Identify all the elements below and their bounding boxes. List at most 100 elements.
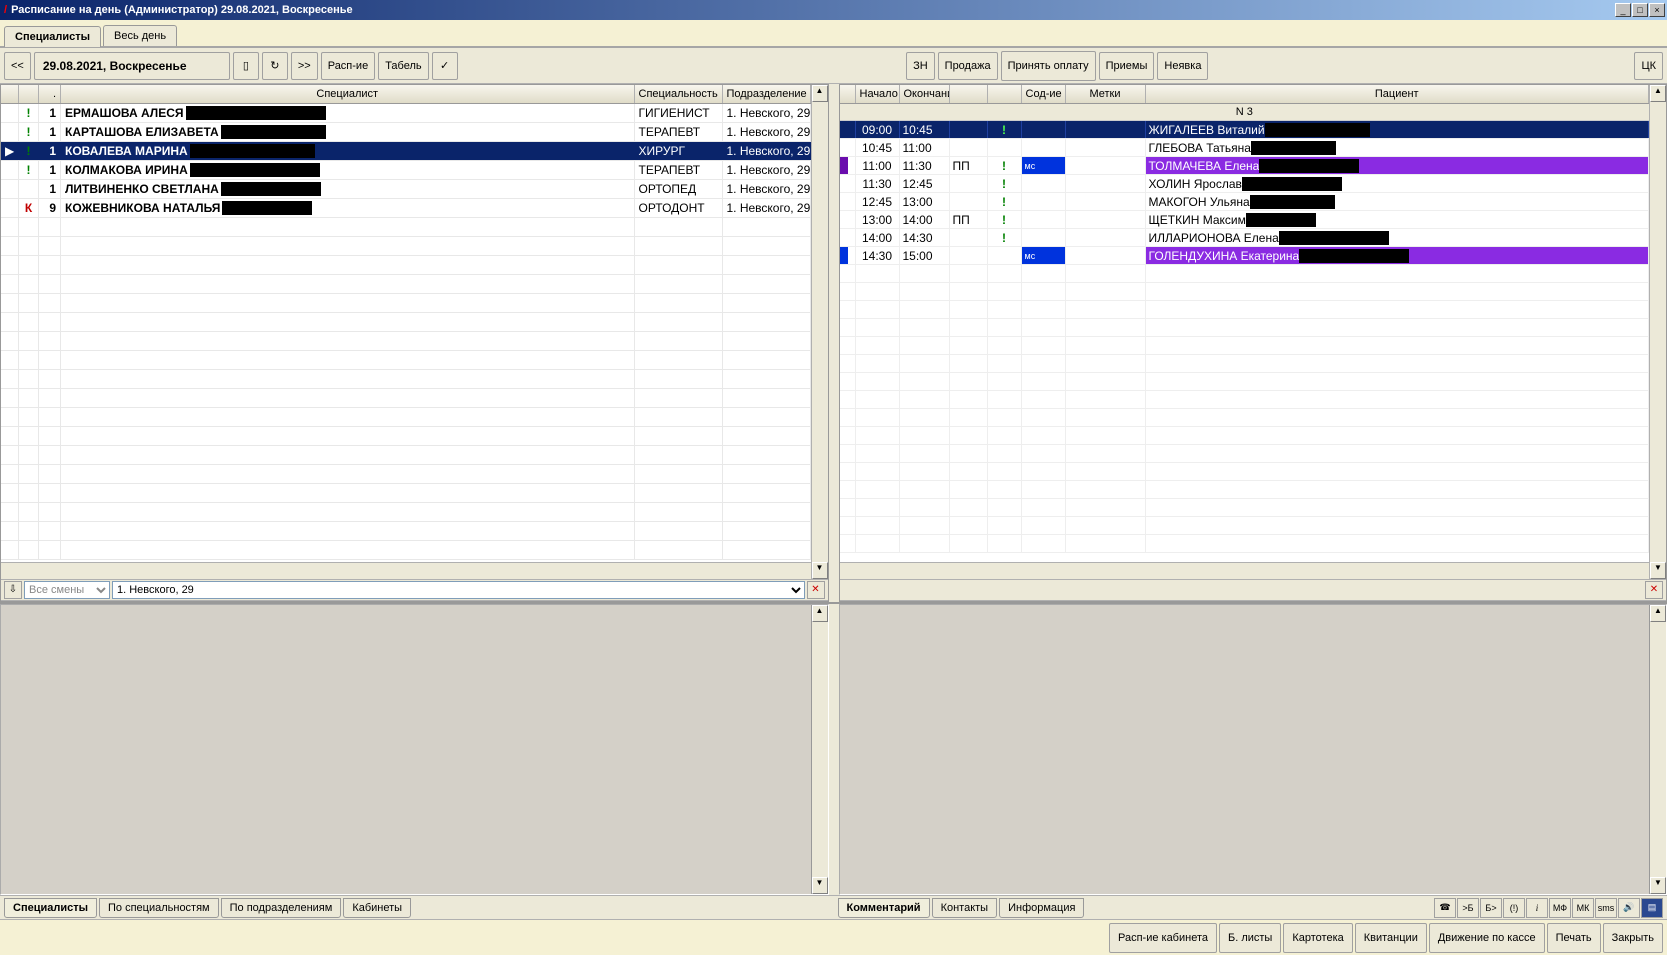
mf-icon[interactable]: МФ (1549, 898, 1571, 918)
cc-button[interactable]: ЦК (1634, 52, 1663, 80)
prev-day-button[interactable]: << (4, 52, 31, 80)
btab-rooms[interactable]: Кабинеты (343, 898, 411, 918)
v-scrollbar[interactable]: ▲ ▼ (811, 85, 828, 579)
check-icon: ✓ (440, 59, 449, 72)
specialists-header: . Специалист Специальность Подразделение (1, 85, 811, 104)
specialist-row[interactable]: К9КОЖЕВНИКОВА НАТАЛЬЯОРТОДОНТ1. Невского… (1, 199, 811, 218)
col-start[interactable]: Начало (856, 85, 900, 103)
b-out-icon[interactable]: Б> (1480, 898, 1502, 918)
sms-icon[interactable]: sms (1595, 898, 1617, 918)
btab-comment[interactable]: Комментарий (838, 898, 930, 918)
right-filter-bar: ✕ (840, 579, 1667, 601)
schedule-button[interactable]: Расп-ие (321, 52, 375, 80)
col-dot[interactable]: . (39, 85, 61, 103)
notes-scroll-l[interactable]: ▲▼ (811, 605, 828, 894)
col-excl[interactable] (988, 85, 1022, 103)
alert-icon[interactable]: (!) (1503, 898, 1525, 918)
top-tab-strip: Специалисты Весь день (0, 20, 1667, 48)
tab-whole-day[interactable]: Весь день (103, 25, 177, 46)
btab-contacts[interactable]: Контакты (932, 898, 998, 918)
clear-appt-button[interactable]: ✕ (1645, 581, 1663, 599)
appointment-row[interactable]: 09:0010:45!ЖИГАЛЕЕВ Виталий (840, 121, 1650, 139)
appointments-grid-body[interactable]: 09:0010:45!ЖИГАЛЕЕВ Виталий10:4511:00ГЛЕ… (840, 121, 1650, 562)
btab-specialists[interactable]: Специалисты (4, 898, 97, 918)
date-selector[interactable]: 29.08.2021, Воскресенье (34, 52, 230, 80)
next-day-button[interactable]: >> (291, 52, 318, 80)
specialists-grid-body[interactable]: !1ЕРМАШОВА АЛЕСЯГИГИЕНИСТ1. Невского, 29… (1, 104, 811, 562)
mk-icon[interactable]: МК (1572, 898, 1594, 918)
col-status[interactable] (19, 85, 39, 103)
tab-specialists[interactable]: Специалисты (4, 26, 101, 47)
cash-movement-button[interactable]: Движение по кассе (1429, 923, 1545, 953)
b-in-icon[interactable]: >Б (1457, 898, 1479, 918)
specialist-row[interactable]: ▶!1КОВАЛЕВА МАРИНАХИРУРГ1. Невского, 29 (1, 142, 811, 161)
h-scrollbar[interactable] (1, 562, 811, 579)
refresh-button[interactable]: ↻ (262, 52, 288, 80)
appointment-row[interactable]: 13:0014:00ПП!ЩЕТКИН Максим (840, 211, 1650, 229)
noshow-button[interactable]: Неявка (1157, 52, 1208, 80)
zn-button[interactable]: ЗН (906, 52, 935, 80)
receipts-button[interactable]: Квитанции (1355, 923, 1427, 953)
v-scrollbar-r[interactable]: ▲ ▼ (1649, 85, 1666, 579)
col-row-marker[interactable] (1, 85, 19, 103)
scroll-down-icon[interactable]: ▼ (812, 562, 828, 579)
btab-info[interactable]: Информация (999, 898, 1084, 918)
appointment-row[interactable]: 14:0014:30!ИЛЛАРИОНОВА Елена (840, 229, 1650, 247)
col-pp[interactable] (950, 85, 988, 103)
department-select[interactable]: 1. Невского, 29 (112, 581, 805, 599)
appointment-row[interactable]: 14:3015:00мсГОЛЕНДУХИНА Екатерина (840, 247, 1650, 265)
close-button[interactable]: × (1649, 3, 1665, 17)
accept-payment-button[interactable]: Принять оплату (1001, 51, 1096, 81)
col-department[interactable]: Подразделение (723, 85, 811, 103)
specialist-row[interactable]: !1ЕРМАШОВА АЛЕСЯГИГИЕНИСТ1. Невского, 29 (1, 104, 811, 123)
print-button[interactable]: Печать (1547, 923, 1601, 953)
close-page-button[interactable]: Закрыть (1603, 923, 1663, 953)
clear-filter-button[interactable]: ✕ (807, 581, 825, 599)
btab-by-department[interactable]: По подразделениям (221, 898, 342, 918)
sale-button[interactable]: Продажа (938, 52, 998, 80)
notes-scroll-r[interactable]: ▲▼ (1649, 605, 1666, 894)
pin-button[interactable]: ⇩ (4, 581, 22, 599)
scroll-down-icon-r[interactable]: ▼ (1650, 562, 1666, 579)
col-specialist[interactable]: Специалист (61, 85, 635, 103)
bottom-tab-strip: Специалисты По специальностям По подразд… (0, 895, 1667, 919)
specialist-row[interactable]: !1КОЛМАКОВА ИРИНАТЕРАПЕВТ1. Невского, 29 (1, 161, 811, 180)
window-titlebar: / Расписание на день (Администратор) 29.… (0, 0, 1667, 20)
calendar-button[interactable]: ▯ (233, 52, 259, 80)
window-title: Расписание на день (Администратор) 29.08… (11, 4, 1615, 16)
sick-lists-button[interactable]: Б. листы (1219, 923, 1281, 953)
visits-button[interactable]: Приемы (1099, 52, 1155, 80)
btab-by-specialty[interactable]: По специальностям (99, 898, 219, 918)
sound-icon[interactable]: 🔊 (1618, 898, 1640, 918)
info-icon[interactable]: i (1526, 898, 1548, 918)
left-notes-panel[interactable]: ▲▼ (0, 604, 829, 895)
appointment-row[interactable]: 11:3012:45!ХОЛИН Ярослав (840, 175, 1650, 193)
phone-icon[interactable]: ☎ (1434, 898, 1456, 918)
specialist-row[interactable]: !1КАРТАШОВА ЕЛИЗАВЕТАТЕРАПЕВТ1. Невского… (1, 123, 811, 142)
col-row-marker-r[interactable] (840, 85, 856, 103)
bottom-action-bar: Расп-ие кабинета Б. листы Картотека Квит… (0, 919, 1667, 955)
appointment-row[interactable]: 12:4513:00!МАКОГОН Ульяна (840, 193, 1650, 211)
check-button[interactable]: ✓ (432, 52, 458, 80)
appointment-row[interactable]: 10:4511:00ГЛЕБОВА Татьяна (840, 139, 1650, 157)
cabinet-header: N 3 (840, 104, 1650, 121)
refresh-icon: ↻ (270, 59, 279, 72)
col-marks[interactable]: Метки (1066, 85, 1146, 103)
card-index-button[interactable]: Картотека (1283, 923, 1352, 953)
right-notes-panel[interactable]: ▲▼ (839, 604, 1667, 895)
col-patient[interactable]: Пациент (1146, 85, 1650, 103)
appointment-row[interactable]: 11:0011:30ПП!мсТОЛМАЧЕВА Елена (840, 157, 1650, 175)
specialist-row[interactable]: 1ЛИТВИНЕНКО СВЕТЛАНАОРТОПЕД1. Невского, … (1, 180, 811, 199)
agenda-icon[interactable]: ▤ (1641, 898, 1663, 918)
h-scrollbar-r[interactable] (840, 562, 1650, 579)
shift-select[interactable]: Все смены (24, 581, 110, 599)
col-end[interactable]: Окончание (900, 85, 950, 103)
scroll-up-icon[interactable]: ▲ (812, 85, 828, 102)
minimize-button[interactable]: _ (1615, 3, 1631, 17)
col-cod[interactable]: Сод-ие (1022, 85, 1066, 103)
room-schedule-button[interactable]: Расп-ие кабинета (1109, 923, 1217, 953)
tabel-button[interactable]: Табель (378, 52, 428, 80)
col-specialty[interactable]: Специальность (635, 85, 723, 103)
maximize-button[interactable]: □ (1632, 3, 1648, 17)
scroll-up-icon-r[interactable]: ▲ (1650, 85, 1666, 102)
